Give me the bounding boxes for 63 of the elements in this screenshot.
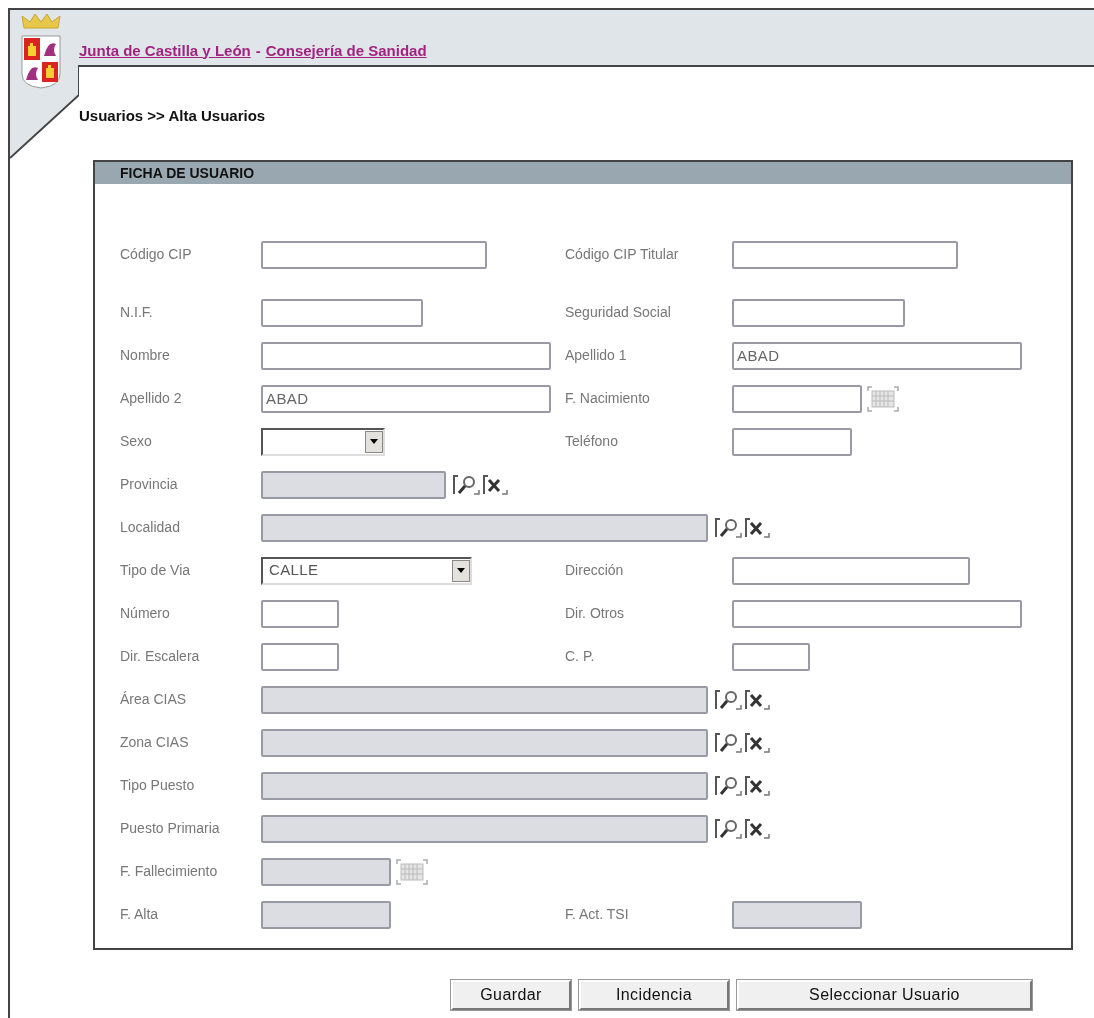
search-icon[interactable] xyxy=(714,731,742,754)
field-label: Sexo xyxy=(120,432,153,451)
clear-icon[interactable] xyxy=(744,817,770,840)
form-button[interactable]: Incidencia xyxy=(579,980,729,1010)
input-field[interactable] xyxy=(261,240,487,269)
field-label: Área CIAS xyxy=(120,690,188,709)
clear-icon[interactable] xyxy=(744,731,770,754)
input-field[interactable] xyxy=(261,599,339,628)
input-field[interactable]: ABAD xyxy=(732,341,1022,370)
field-label: Tipo Puesto xyxy=(120,776,196,795)
input-field[interactable] xyxy=(732,427,852,456)
input-field[interactable] xyxy=(732,240,958,269)
calendar-icon[interactable] xyxy=(866,384,900,413)
input-field[interactable] xyxy=(261,642,339,671)
field-label: Zona CIAS xyxy=(120,733,190,752)
search-icon[interactable] xyxy=(714,516,742,539)
field-label: Nombre xyxy=(120,346,171,365)
input-field[interactable] xyxy=(732,599,1022,628)
form-button[interactable]: Guardar xyxy=(451,980,571,1010)
search-icon[interactable] xyxy=(714,688,742,711)
field-label: Código CIP Titular xyxy=(565,245,680,264)
field-label: Tipo de Via xyxy=(120,561,192,580)
field-label: Dir. Escalera xyxy=(120,647,201,666)
header-link[interactable]: Junta de Castilla y León xyxy=(79,39,251,62)
clear-icon[interactable] xyxy=(482,473,508,496)
field-label: F. Alta xyxy=(120,905,160,924)
input-field[interactable] xyxy=(732,556,970,585)
field-label: N.I.F. xyxy=(120,303,154,322)
input-field[interactable] xyxy=(732,642,810,671)
dropdown[interactable] xyxy=(261,427,385,456)
field-label: Provincia xyxy=(120,475,179,494)
calendar-icon[interactable] xyxy=(395,857,429,886)
field-label: Puesto Primaria xyxy=(120,819,221,838)
input-field[interactable] xyxy=(732,298,905,327)
field-label: Código CIP xyxy=(120,245,193,264)
field-label: Apellido 2 xyxy=(120,389,183,408)
search-icon[interactable] xyxy=(452,473,480,496)
panel-title: FICHA DE USUARIO xyxy=(95,162,1071,184)
clear-icon[interactable] xyxy=(744,688,770,711)
field-label: F. Nacimiento xyxy=(565,389,651,408)
clear-icon[interactable] xyxy=(744,774,770,797)
search-icon[interactable] xyxy=(714,774,742,797)
input-field[interactable] xyxy=(261,298,423,327)
field-label: Teléfono xyxy=(565,432,619,451)
field-label: F. Act. TSI xyxy=(565,905,630,924)
field-label: Dirección xyxy=(565,561,625,580)
input-field[interactable] xyxy=(732,384,862,413)
input-field[interactable]: ABAD xyxy=(261,384,551,413)
header-link[interactable]: Consejería de Sanidad xyxy=(265,39,427,62)
field-label: C. P. xyxy=(565,647,596,666)
clear-icon[interactable] xyxy=(744,516,770,539)
field-label: F. Fallecimiento xyxy=(120,862,219,881)
field-label: Localidad xyxy=(120,518,181,537)
field-label: Apellido 1 xyxy=(565,346,628,365)
field-label: Número xyxy=(120,604,171,623)
input-field[interactable] xyxy=(261,341,551,370)
search-icon[interactable] xyxy=(714,817,742,840)
breadcrumb: Usuarios >> Alta Usuarios xyxy=(79,107,266,124)
form-button[interactable]: Seleccionar Usuario xyxy=(737,980,1032,1010)
header-separator: - xyxy=(255,40,261,61)
field-label: Dir. Otros xyxy=(565,604,626,623)
dropdown[interactable]: CALLE xyxy=(261,556,472,585)
field-label: Seguridad Social xyxy=(565,303,672,322)
